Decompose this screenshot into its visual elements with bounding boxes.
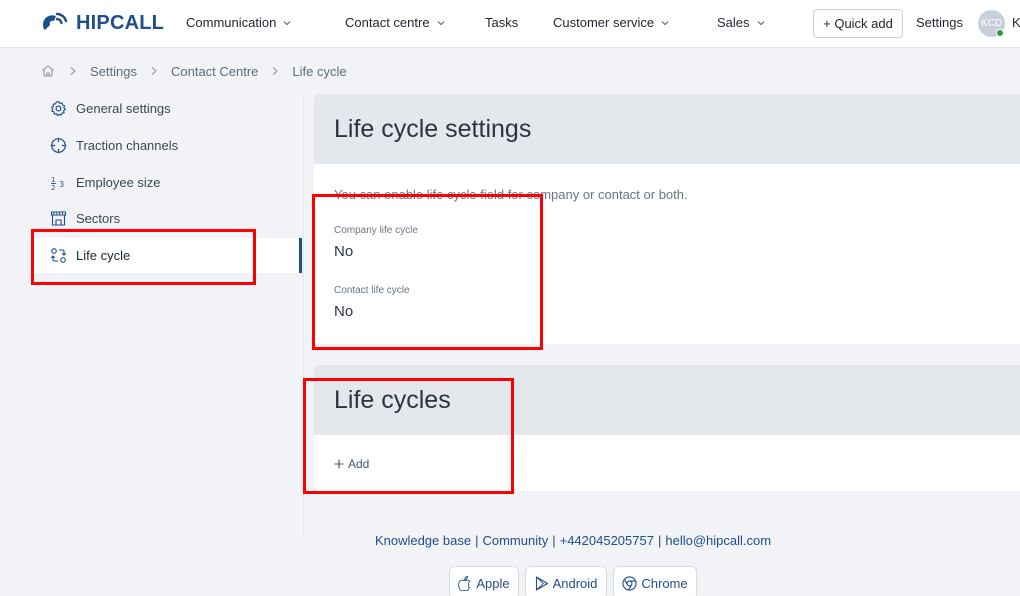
knowledge-base-link[interactable]: Knowledge base xyxy=(375,533,471,548)
settings-link[interactable]: Settings xyxy=(916,15,963,30)
apple-label: Apple xyxy=(476,575,510,591)
nav-contact-centre[interactable]: Contact centre xyxy=(345,15,446,30)
nav-contact-centre-label: Contact centre xyxy=(345,15,430,30)
footer-separator: | xyxy=(475,533,479,548)
top-navigation-bar: HIPCALL Communication Contact centre Tas… xyxy=(0,0,1020,48)
sidebar-item-label: General settings xyxy=(76,101,171,116)
plus-icon xyxy=(334,459,344,469)
footer-links: Knowledge base | Community | +442045205757 | h… xyxy=(0,533,1020,548)
community-link[interactable]: Community xyxy=(482,533,548,548)
chevron-down-icon xyxy=(437,20,444,25)
breadcrumb-settings[interactable]: Settings xyxy=(90,64,137,79)
chevron-right-icon xyxy=(258,66,292,76)
contact-life-cycle-value[interactable]: No xyxy=(334,303,353,320)
nav-sales-label: Sales xyxy=(717,15,750,30)
home-icon[interactable] xyxy=(40,63,56,79)
svg-text:3: 3 xyxy=(59,180,64,189)
sidebar-item-sectors[interactable]: Sectors xyxy=(30,201,302,236)
nav-communication[interactable]: Communication xyxy=(186,15,292,30)
sidebar-item-label: Traction channels xyxy=(76,138,179,153)
nav-tasks[interactable]: Tasks xyxy=(485,15,518,30)
chrome-extension-button[interactable]: Chrome xyxy=(613,566,697,596)
gear-icon xyxy=(50,100,67,117)
fraction-icon: 123 xyxy=(50,174,67,191)
breadcrumb-contact-centre[interactable]: Contact Centre xyxy=(171,64,258,79)
add-label: Add xyxy=(348,457,370,471)
nav-tasks-label: Tasks xyxy=(485,15,519,30)
logo-text: HIPCALL xyxy=(76,11,165,34)
sidebar-item-employee-size[interactable]: 123 Employee size xyxy=(30,165,302,200)
card-header: Life cycles xyxy=(314,365,1020,435)
chevron-right-icon xyxy=(137,66,171,76)
sidebar-divider xyxy=(303,95,304,535)
settings-description: You can enable life cycle field for comp… xyxy=(334,187,688,202)
android-label: Android xyxy=(552,575,598,591)
cycle-icon xyxy=(50,247,67,264)
chevron-down-icon xyxy=(283,20,291,25)
footer-separator: | xyxy=(657,533,662,548)
sidebar-item-label: Sectors xyxy=(76,211,121,226)
nav-communication-label: Communication xyxy=(186,15,277,30)
svg-text:2: 2 xyxy=(51,184,55,191)
sidebar-item-traction-channels[interactable]: Traction channels xyxy=(30,128,302,163)
breadcrumb-life-cycle: Life cycle xyxy=(292,63,347,79)
nav-customer-service[interactable]: Customer service xyxy=(553,15,670,30)
company-life-cycle-value[interactable]: No xyxy=(334,243,353,260)
chrome-icon xyxy=(622,575,638,591)
play-store-icon xyxy=(535,575,548,591)
card-title: Life cycle settings xyxy=(334,114,532,143)
footer-separator: | xyxy=(552,533,556,548)
chrome-label: Chrome xyxy=(641,575,688,591)
sidebar-item-label: Employee size xyxy=(76,175,161,190)
contact-life-cycle-label: Contact life cycle xyxy=(334,285,410,296)
apple-app-button[interactable]: Apple xyxy=(449,566,519,596)
phone-logo-icon xyxy=(43,12,68,30)
sidebar-item-general-settings[interactable]: General settings xyxy=(30,91,302,126)
svg-text:1: 1 xyxy=(51,176,55,184)
android-app-button[interactable]: Android xyxy=(525,566,607,596)
nav-sales[interactable]: Sales xyxy=(717,15,766,30)
sidebar-item-life-cycle[interactable]: Life cycle xyxy=(30,238,302,273)
nav-customer-service-label: Customer service xyxy=(553,15,655,30)
company-life-cycle-label: Company life cycle xyxy=(334,225,418,236)
sidebar-item-label: Life cycle xyxy=(76,248,131,263)
store-icon xyxy=(50,210,67,227)
chevron-down-icon xyxy=(757,20,764,25)
crosshair-icon xyxy=(50,137,67,154)
chevron-down-icon xyxy=(661,20,669,25)
add-life-cycle-button[interactable]: Add xyxy=(334,457,369,471)
life-cycle-settings-card: Life cycle settings You can enable life … xyxy=(314,94,1020,344)
phone-link[interactable]: +442045205757 xyxy=(560,533,654,548)
chevron-right-icon xyxy=(56,66,90,76)
life-cycles-card: Life cycles Add xyxy=(314,365,1020,491)
online-status-dot xyxy=(996,29,1004,37)
card-header: Life cycle settings xyxy=(314,94,1020,164)
quick-add-button[interactable]: + Quick add xyxy=(813,9,903,38)
breadcrumb: Settings Contact Centre Life cycle xyxy=(40,62,347,80)
apple-icon xyxy=(458,575,471,591)
email-link[interactable]: hello@hipcall.com xyxy=(665,533,771,548)
hipcall-logo[interactable]: HIPCALL xyxy=(40,10,164,36)
user-name[interactable]: K xyxy=(1012,15,1020,30)
card-title: Life cycles xyxy=(334,385,451,414)
